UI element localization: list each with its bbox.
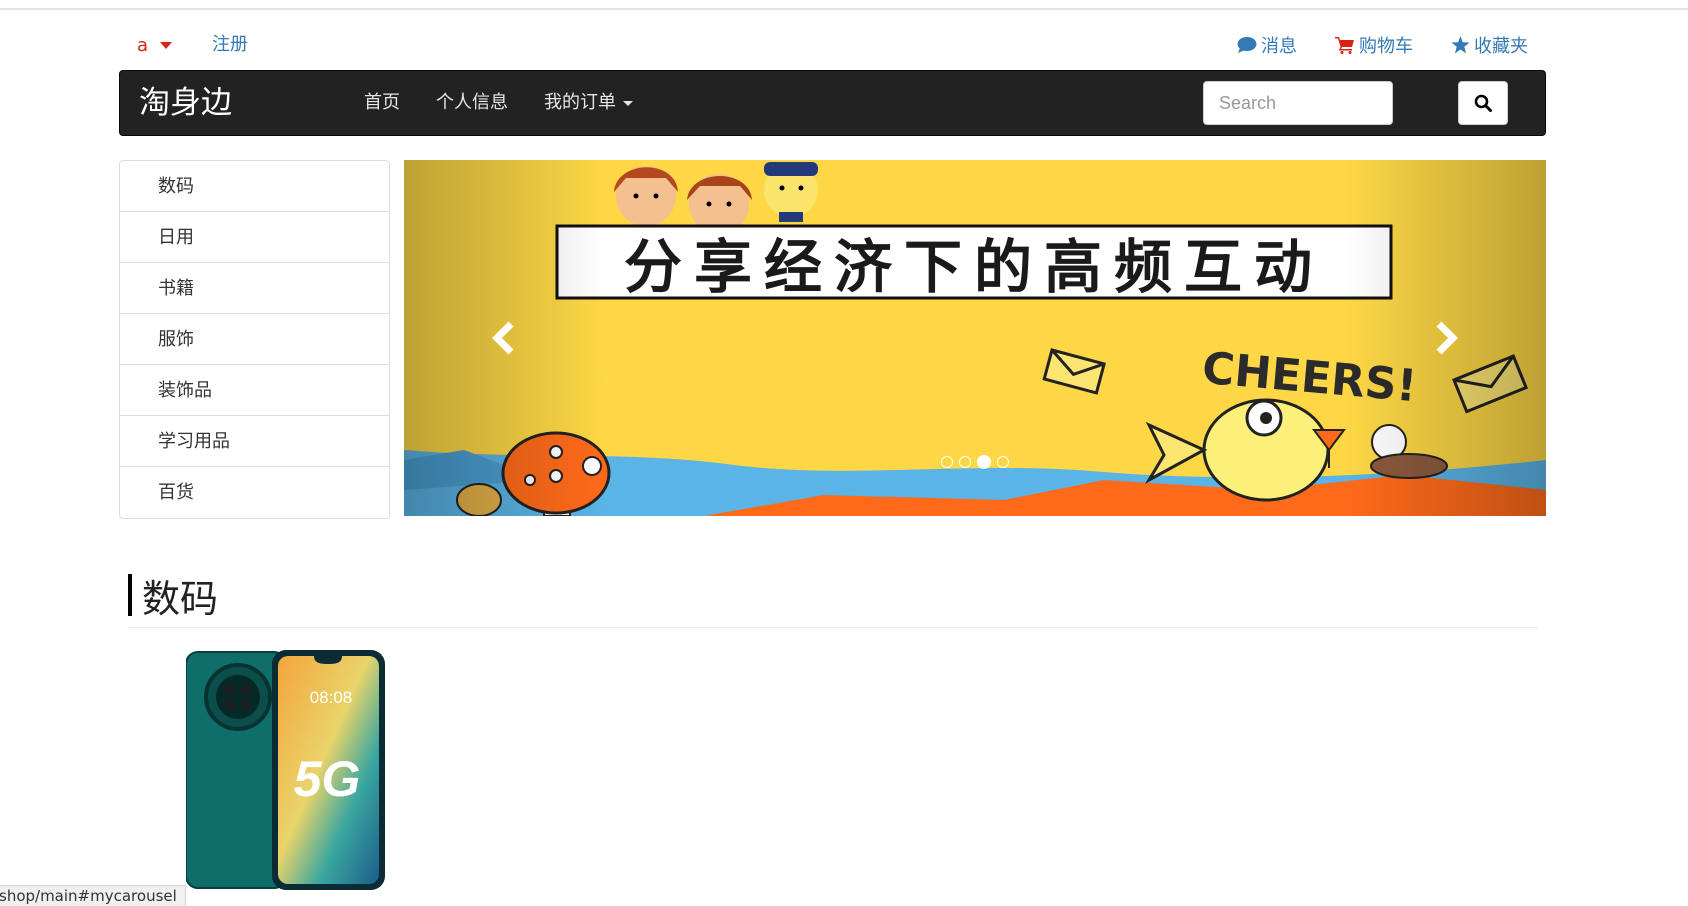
nav-menu: 首页 个人信息 我的订单	[346, 71, 651, 135]
browser-top-border	[0, 8, 1688, 10]
favorites-link[interactable]: 收藏夹	[1451, 30, 1528, 60]
carousel-indicators	[404, 455, 1546, 469]
register-link[interactable]: 注册	[212, 30, 248, 60]
chevron-left-icon	[492, 321, 514, 355]
section-heading-bar	[128, 574, 132, 616]
carousel-indicator-1[interactable]	[941, 456, 953, 468]
product-badge-text: 5G	[294, 751, 361, 807]
category-item-clothing[interactable]: 服饰	[120, 314, 389, 365]
user-name: a	[137, 34, 149, 56]
carousel-indicator-4[interactable]	[997, 456, 1009, 468]
nav-profile[interactable]: 个人信息	[418, 71, 526, 135]
section-divider	[128, 627, 1538, 628]
category-item-books[interactable]: 书籍	[120, 263, 389, 314]
cart-label: 购物车	[1359, 36, 1413, 57]
banner-title: 分享经济下的高频互动	[623, 233, 1324, 301]
star-icon	[1451, 36, 1470, 54]
banner-title-box: 分享经济下的高频互动	[557, 226, 1391, 301]
category-item-general[interactable]: 百货	[120, 467, 389, 518]
search-button[interactable]	[1458, 81, 1508, 125]
nav-profile-label: 个人信息	[436, 92, 508, 113]
nav-home[interactable]: 首页	[346, 71, 418, 135]
caret-down-icon	[160, 41, 173, 49]
messages-label: 消息	[1261, 36, 1297, 57]
category-item-study[interactable]: 学习用品	[120, 416, 389, 467]
shopping-cart-icon	[1335, 37, 1354, 54]
comment-icon	[1237, 37, 1257, 53]
search-icon	[1474, 94, 1492, 112]
status-bar-url: shop/main#mycarousel	[0, 885, 186, 906]
search-input[interactable]	[1203, 81, 1393, 125]
product-phone-image: 08:08 5G	[185, 650, 385, 890]
nav-orders-dropdown[interactable]: 我的订单	[526, 71, 651, 135]
utility-links: 消息 购物车 收藏夹	[1237, 30, 1528, 60]
carousel-indicator-2[interactable]	[959, 456, 971, 468]
category-item-daily[interactable]: 日用	[120, 212, 389, 263]
chevron-right-icon	[1436, 321, 1458, 355]
category-item-digital[interactable]: 数码	[120, 161, 389, 212]
cart-link[interactable]: 购物车	[1335, 30, 1413, 60]
section-heading: 数码	[128, 572, 218, 621]
product-clock-text: 08:08	[310, 688, 353, 707]
brand-logo[interactable]: 淘身边	[139, 71, 232, 135]
nav-home-label: 首页	[364, 92, 400, 113]
product-card[interactable]: 08:08 5G	[185, 650, 385, 890]
navbar: 淘身边 首页 个人信息 我的订单	[119, 70, 1546, 136]
banner-carousel[interactable]: 分享经济下的高频互动 CHEERS!	[404, 160, 1546, 516]
favorites-label: 收藏夹	[1474, 36, 1528, 57]
carousel-indicator-3[interactable]	[977, 455, 991, 469]
section-title: 数码	[142, 576, 219, 621]
caret-down-icon	[623, 100, 633, 106]
nav-orders-label: 我的订单	[544, 92, 616, 113]
messages-link[interactable]: 消息	[1237, 30, 1297, 60]
category-item-decor[interactable]: 装饰品	[120, 365, 389, 416]
category-list: 数码 日用 书籍 服饰 装饰品 学习用品 百货	[119, 160, 390, 519]
user-dropdown[interactable]: a	[137, 30, 173, 60]
